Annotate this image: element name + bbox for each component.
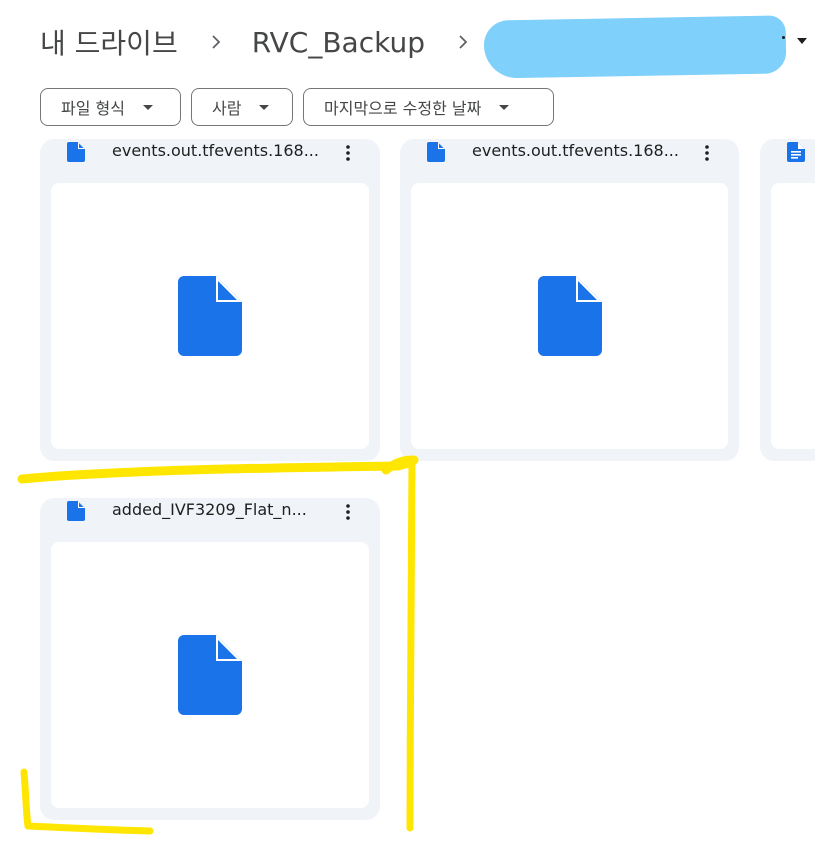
more-options-icon[interactable] bbox=[338, 502, 358, 522]
file-card-header: added_IVF3209_Flat_n... bbox=[40, 498, 380, 540]
file-card[interactable]: events.out.tfevents.168... bbox=[40, 139, 380, 461]
filter-file-type[interactable]: 파일 형식 bbox=[40, 88, 181, 126]
file-card-header: events.out.tfevents.168... bbox=[40, 139, 380, 181]
chevron-right-icon bbox=[208, 34, 224, 50]
dot-icon bbox=[782, 36, 785, 39]
filter-label: 사람 bbox=[212, 99, 242, 118]
file-icon bbox=[178, 635, 242, 715]
filter-modified[interactable]: 마지막으로 수정한 날짜 bbox=[303, 88, 554, 126]
file-thumbnail[interactable] bbox=[51, 183, 369, 449]
file-name[interactable]: events.out.tfevents.168... bbox=[112, 141, 319, 160]
more-options-icon[interactable] bbox=[338, 143, 358, 163]
file-icon bbox=[427, 142, 445, 162]
file-card-header bbox=[760, 139, 815, 181]
redacted-breadcrumb-item bbox=[483, 15, 787, 79]
file-icon bbox=[67, 501, 85, 521]
file-icon bbox=[537, 276, 602, 356]
google-docs-icon bbox=[787, 142, 805, 162]
filter-people[interactable]: 사람 bbox=[191, 88, 293, 126]
filter-label: 마지막으로 수정한 날짜 bbox=[324, 99, 482, 118]
file-card-header: events.out.tfevents.168... bbox=[400, 139, 739, 181]
chevron-right-icon bbox=[455, 34, 471, 50]
file-thumbnail[interactable] bbox=[411, 183, 728, 449]
caret-down-icon bbox=[499, 104, 510, 110]
caret-down-icon bbox=[259, 104, 270, 110]
filter-label: 파일 형식 bbox=[61, 99, 125, 118]
file-card[interactable]: added_IVF3209_Flat_n... bbox=[40, 498, 380, 820]
file-name[interactable]: events.out.tfevents.168... bbox=[472, 141, 679, 160]
caret-down-icon bbox=[142, 104, 153, 110]
file-thumbnail[interactable] bbox=[51, 542, 369, 808]
file-card[interactable] bbox=[760, 139, 815, 461]
file-thumbnail[interactable] bbox=[771, 183, 815, 449]
breadcrumb: 내 드라이브 RVC_Backup bbox=[40, 18, 499, 66]
file-icon bbox=[67, 142, 85, 162]
more-options-icon[interactable] bbox=[697, 143, 717, 163]
caret-down-icon[interactable] bbox=[797, 38, 807, 44]
file-icon bbox=[178, 276, 242, 356]
file-name[interactable]: added_IVF3209_Flat_n... bbox=[112, 500, 307, 519]
breadcrumb-folder[interactable]: RVC_Backup bbox=[252, 26, 425, 59]
breadcrumb-my-drive[interactable]: 내 드라이브 bbox=[40, 22, 178, 62]
file-card[interactable]: events.out.tfevents.168... bbox=[400, 139, 739, 461]
